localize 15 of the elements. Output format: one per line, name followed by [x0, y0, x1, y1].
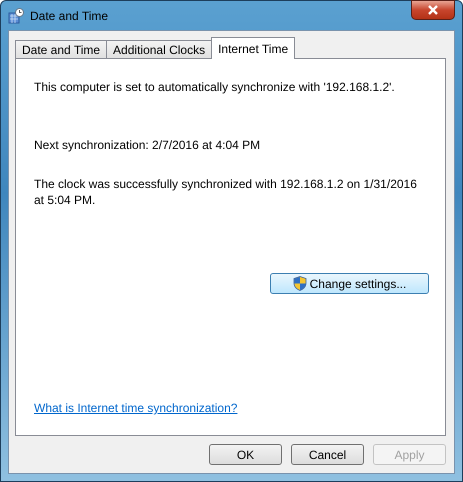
- tab[interactable]: Additional Clocks: [106, 40, 212, 58]
- close-icon: [427, 5, 439, 15]
- tab[interactable]: Internet Time: [211, 37, 296, 59]
- status-text: This computer is set to automatically synchronize with '192.168.1.2'.: [34, 79, 396, 95]
- calendar-clock-icon: [8, 8, 24, 24]
- window-title: Date and Time: [30, 8, 108, 22]
- dialog-button[interactable]: Cancel: [291, 444, 364, 465]
- help-link[interactable]: What is Internet time synchronization?: [34, 401, 238, 415]
- change-settings-button[interactable]: Change settings...: [270, 273, 429, 294]
- close-button[interactable]: [411, 0, 455, 20]
- shield-icon: [292, 276, 307, 291]
- next-sync-text: Next synchronization: 2/7/2016 at 4:04 PM: [34, 137, 262, 153]
- dialog-button[interactable]: OK: [209, 444, 282, 465]
- last-sync-text: The clock was successfully synchronized with 192.168.1.2 on 1/31/2016 at 5:04 PM.: [34, 176, 418, 208]
- tab[interactable]: Date and Time: [15, 40, 108, 58]
